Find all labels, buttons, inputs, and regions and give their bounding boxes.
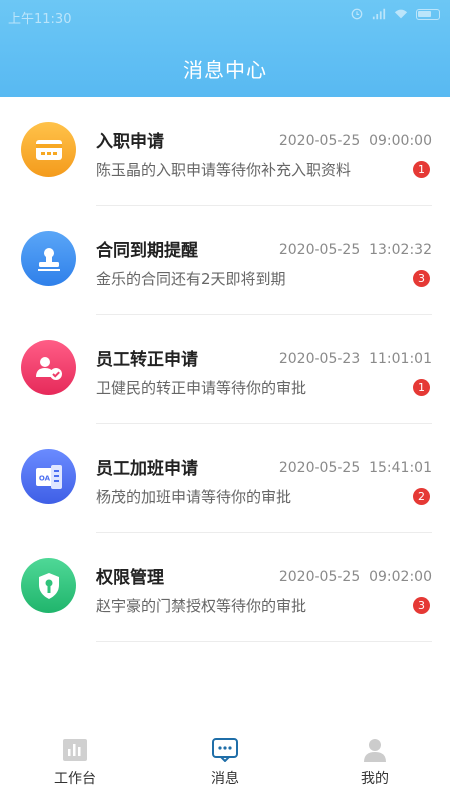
shield-key-icon [21, 558, 76, 613]
tab-label: 工作台 [54, 771, 96, 787]
card-icon [21, 122, 76, 177]
message-list: 入职申请 2020-05-25 09:00:00 陈玉晶的入职申请等待你补充入职… [0, 97, 450, 642]
item-description: 杨茂的加班申请等待你的审批 [96, 488, 292, 506]
status-bar: 上午11:30 [0, 0, 450, 32]
tab-workbench[interactable]: 工作台 [25, 738, 125, 788]
unread-badge: 1 [413, 161, 430, 178]
profile-icon [364, 739, 386, 762]
item-description: 陈玉晶的入职申请等待你补充入职资料 [96, 161, 352, 179]
unread-badge: 3 [413, 270, 430, 287]
alarm-icon [351, 8, 363, 20]
divider [96, 641, 432, 642]
item-description: 卫健民的转正申请等待你的审批 [96, 379, 307, 397]
item-time: 2020-05-25 09:02:00 [278, 569, 432, 585]
svg-text:OA: OA [38, 474, 50, 482]
header: 上午11:30 消息中心 [0, 0, 450, 97]
item-title: 员工转正申请 [96, 350, 198, 370]
message-icon [212, 738, 238, 762]
item-description: 金乐的合同还有2天即将到期 [96, 270, 286, 288]
item-title: 入职申请 [96, 132, 164, 152]
item-title: 合同到期提醒 [96, 241, 198, 261]
status-time: 上午11:30 [8, 12, 72, 27]
unread-badge: 2 [413, 488, 430, 505]
item-title: 权限管理 [96, 568, 164, 588]
wifi-icon [394, 9, 408, 19]
list-item-probation[interactable]: 员工转正申请 2020-05-23 11:01:01 卫健民的转正申请等待你的审… [0, 315, 450, 424]
item-time: 2020-05-25 15:41:01 [278, 460, 432, 476]
bottom-tab-bar: 工作台 消息 我的 [0, 728, 450, 800]
list-item-contract-expiry[interactable]: 合同到期提醒 2020-05-25 13:02:32 金乐的合同还有2天即将到期… [0, 206, 450, 315]
battery-icon [416, 8, 440, 20]
item-time: 2020-05-25 09:00:00 [278, 133, 432, 149]
signal-icon [372, 8, 386, 20]
item-time: 2020-05-23 11:01:01 [278, 351, 432, 367]
item-description: 赵宇豪的门禁授权等待你的审批 [96, 597, 307, 615]
user-check-icon [21, 340, 76, 395]
status-icons [350, 8, 440, 20]
tab-profile[interactable]: 我的 [325, 738, 425, 788]
item-title: 员工加班申请 [96, 459, 198, 479]
unread-badge: 1 [413, 379, 430, 396]
unread-badge: 3 [413, 597, 430, 614]
chart-icon [63, 739, 87, 761]
list-item-overtime[interactable]: OA 员工加班申请 2020-05-25 15:41:01 杨茂的加班申请等待你… [0, 424, 450, 533]
tab-label: 消息 [211, 771, 239, 787]
tab-messages[interactable]: 消息 [175, 738, 275, 788]
stamp-icon [21, 231, 76, 286]
list-item-onboarding[interactable]: 入职申请 2020-05-25 09:00:00 陈玉晶的入职申请等待你补充入职… [0, 97, 450, 206]
tab-label: 我的 [361, 771, 389, 787]
item-time: 2020-05-25 13:02:32 [278, 242, 432, 258]
oa-document-icon: OA [21, 449, 76, 504]
page-title: 消息中心 [183, 58, 267, 82]
list-item-permission[interactable]: 权限管理 2020-05-25 09:02:00 赵宇豪的门禁授权等待你的审批 … [0, 533, 450, 642]
